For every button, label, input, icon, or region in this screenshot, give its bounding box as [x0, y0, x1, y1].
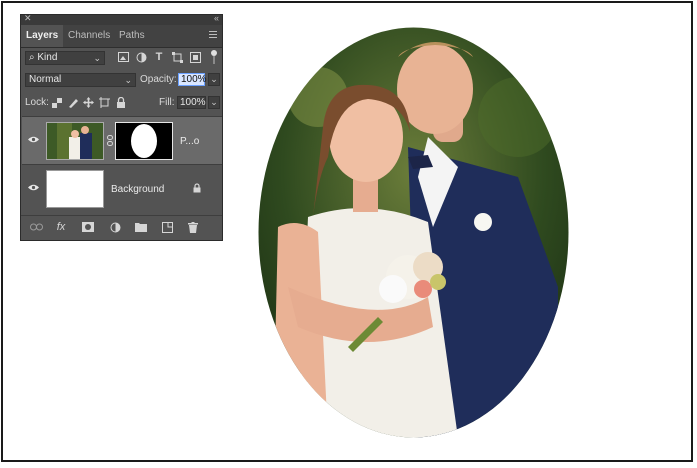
shape-filter-icon[interactable] — [171, 51, 183, 63]
layer-row-background[interactable]: Background — [22, 164, 222, 212]
new-group-icon[interactable] — [134, 220, 148, 234]
layer-thumbnail[interactable] — [46, 170, 104, 208]
image-filter-icon[interactable] — [117, 51, 129, 63]
lock-transparent-pixels-icon[interactable] — [51, 97, 62, 108]
close-icon[interactable]: ✕ — [24, 13, 32, 24]
chevron-down-icon: ⌄ — [93, 53, 101, 63]
opacity-label: Opacity: — [140, 74, 177, 85]
filter-kind-label: Kind — [37, 52, 58, 63]
delete-layer-icon[interactable] — [186, 220, 200, 234]
panel-menu-icon[interactable] — [209, 31, 217, 40]
lock-icon — [192, 183, 201, 193]
link-layers-icon[interactable] — [29, 220, 43, 234]
fill-label: Fill: — [159, 97, 175, 108]
filter-toggle-icon[interactable] — [209, 49, 219, 65]
adjustment-filter-icon[interactable] — [135, 51, 147, 63]
layer-row-photo[interactable]: P...o — [22, 116, 222, 164]
tab-paths[interactable]: Paths — [114, 25, 150, 47]
blend-mode-value: Normal — [29, 74, 62, 85]
collapse-icon[interactable]: « — [214, 13, 219, 23]
blend-mode-select[interactable]: Normal ⌄ — [25, 73, 136, 87]
filter-row: ⌕ Kind ⌄ T — [21, 49, 222, 69]
tab-layers[interactable]: Layers — [21, 25, 64, 47]
eye-icon[interactable] — [28, 183, 39, 194]
adjustment-layer-icon[interactable] — [108, 220, 122, 234]
panel-bottom-toolbar: fx — [21, 215, 222, 240]
opacity-dropdown-button[interactable]: ⌄ — [208, 73, 220, 86]
fx-icon[interactable]: fx — [54, 220, 68, 234]
fill-input[interactable]: 100% — [177, 96, 206, 109]
type-filter-icon[interactable]: T — [153, 51, 165, 63]
layer-mask-thumbnail[interactable] — [115, 122, 173, 160]
blend-row: Normal ⌄ Opacity: 100% ⌄ — [21, 73, 222, 91]
lock-label: Lock: — [25, 97, 49, 108]
layer-thumbnail[interactable] — [46, 122, 104, 160]
oval-photo — [258, 27, 569, 438]
eye-icon[interactable] — [28, 135, 39, 146]
layer-name[interactable]: P...o — [180, 136, 199, 147]
panel-tabs: Layers Channels Paths — [21, 25, 222, 48]
layer-name[interactable]: Background — [111, 184, 164, 195]
mask-link-icon[interactable] — [106, 134, 114, 146]
opacity-input[interactable]: 100% — [178, 73, 207, 86]
layers-panel: ✕ « Layers Channels Paths ⌕ Kind ⌄ T Nor… — [20, 13, 223, 241]
add-mask-icon[interactable] — [81, 220, 95, 234]
search-icon: ⌕ — [29, 52, 35, 63]
lock-position-icon[interactable] — [83, 97, 94, 108]
new-layer-icon[interactable] — [160, 220, 174, 234]
lock-all-icon[interactable] — [115, 97, 126, 108]
lock-artboard-icon[interactable] — [99, 97, 110, 108]
lock-image-pixels-icon[interactable] — [68, 97, 79, 108]
tab-channels[interactable]: Channels — [63, 25, 115, 47]
filter-kind-select[interactable]: ⌕ Kind ⌄ — [25, 51, 105, 65]
fill-dropdown-button[interactable]: ⌄ — [208, 96, 220, 109]
lock-row: Lock: Fill: 100% ⌄ — [21, 96, 222, 114]
panel-titlebar[interactable]: ✕ « — [21, 13, 222, 25]
smart-object-filter-icon[interactable] — [189, 51, 201, 63]
chevron-down-icon: ⌄ — [124, 75, 132, 85]
